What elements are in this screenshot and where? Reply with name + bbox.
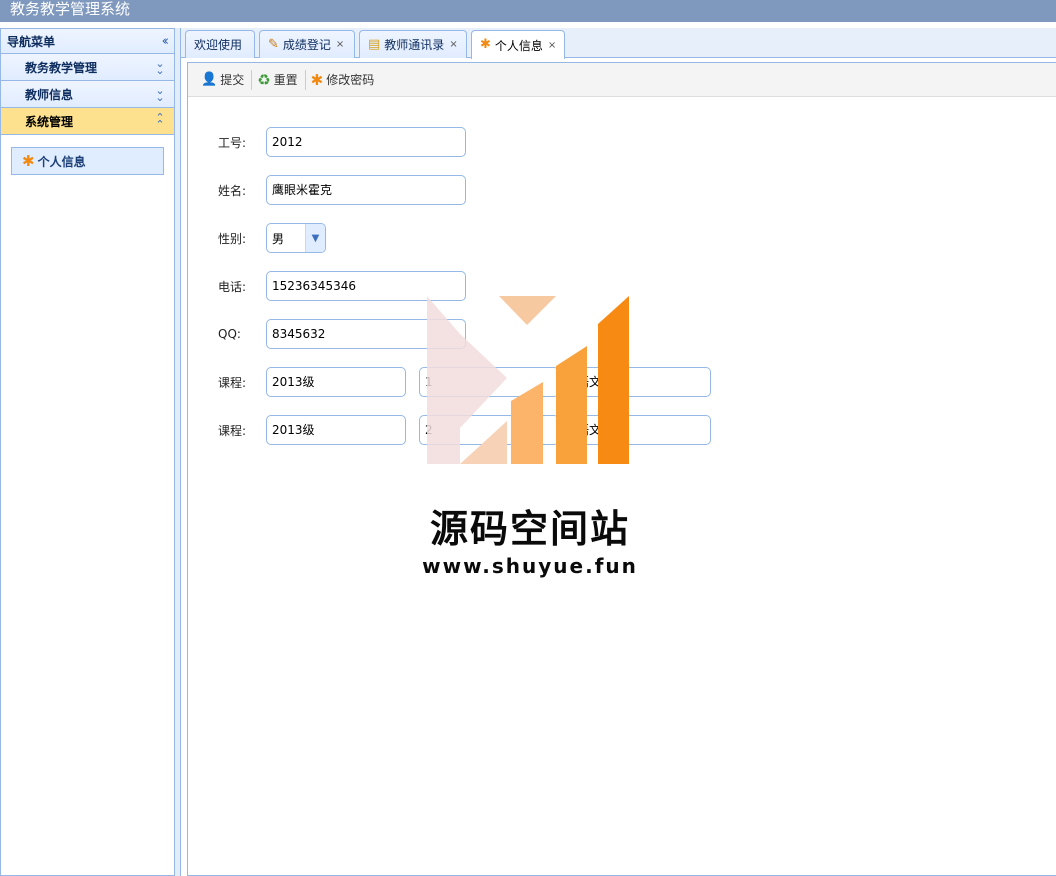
gender-select[interactable]: 男 ▼ <box>266 223 326 253</box>
menu-link-label: 个人信息 <box>37 154 86 169</box>
change-password-label: 修改密码 <box>326 73 375 87</box>
tab-label: 成绩登记 <box>282 38 331 52</box>
nav-header: 导航菜单 ‹‹ <box>1 28 174 54</box>
close-icon[interactable]: × <box>449 39 457 50</box>
reset-label: 重置 <box>273 73 298 87</box>
chevron-double-down-icon: ⌄ ⌄ <box>155 57 165 77</box>
reset-button[interactable]: ♻ 重置 <box>254 69 302 91</box>
course-label: 课程: <box>218 423 247 438</box>
qq-label: QQ: <box>218 327 241 341</box>
tab-teacher-contacts[interactable]: ▤ 教师通讯录 × <box>359 30 467 58</box>
phone-input[interactable]: 15236345346 <box>266 271 466 301</box>
nav-item-label: 教师信息 <box>25 87 74 102</box>
chevron-double-down-icon: ⌄ ⌄ <box>155 84 165 104</box>
reload-icon: ♻ <box>257 70 271 89</box>
course-label: 课程: <box>218 375 247 390</box>
chevron-double-up-icon: ⌃ ⌃ <box>155 111 165 131</box>
toolbar-separator <box>251 69 253 90</box>
star-icon: ✱ <box>22 152 35 170</box>
nav-item-system[interactable]: 系统管理 ⌃ ⌃ <box>1 108 174 135</box>
change-password-button[interactable]: ✱ 修改密码 <box>308 69 380 91</box>
nav-item-label: 系统管理 <box>25 114 74 129</box>
tab-personal-info[interactable]: ✱ 个人信息 × <box>471 30 565 59</box>
toolbar: 👤 提交 ♻ 重置 ✱ 修改密码 <box>188 63 1056 97</box>
course-grade-input[interactable]: 2013级 <box>266 367 406 397</box>
app-title: 教务教学管理系统 <box>0 0 1056 22</box>
course-subject-input[interactable]: 语文 <box>571 367 711 397</box>
tab-label: 个人信息 <box>494 38 543 53</box>
toolbar-separator <box>304 69 306 90</box>
book-icon: ▤ <box>368 37 381 52</box>
main-panel: 欢迎使用 ✎ 成绩登记 × ▤ 教师通讯录 × ✱ 个人信息 × 👤 提交 ♻ <box>181 28 1056 876</box>
tab-strip: 欢迎使用 ✎ 成绩登记 × ▤ 教师通讯录 × ✱ 个人信息 × <box>181 28 1056 59</box>
chevron-down-icon[interactable]: ▼ <box>305 224 325 252</box>
close-icon[interactable]: × <box>548 40 556 51</box>
nav-panel: 导航菜单 ‹‹ 教务教学管理 ⌄ ⌄ 教师信息 ⌄ ⌄ 系统管理 ⌃ ⌃ ✱ 个人信息 <box>0 28 175 876</box>
tab-welcome[interactable]: 欢迎使用 <box>185 30 255 58</box>
course-class-input[interactable]: 1 <box>419 367 559 397</box>
tab-grade-entry[interactable]: ✎ 成绩登记 × <box>259 30 355 58</box>
course-grade-input[interactable]: 2013级 <box>266 415 406 445</box>
star-icon: ✱ <box>480 37 491 52</box>
id-input[interactable]: 2012 <box>266 127 466 157</box>
tab-label: 教师通讯录 <box>384 38 445 52</box>
star-icon: ✱ <box>310 70 324 89</box>
tab-content: 👤 提交 ♻ 重置 ✱ 修改密码 工号: 2012 姓名: 鹰眼米霍克 性别: … <box>187 62 1056 876</box>
collapse-left-icon[interactable]: ‹‹ <box>162 34 170 49</box>
menu-link-personal-info[interactable]: ✱ 个人信息 <box>11 147 164 175</box>
pencil-icon: ✎ <box>268 37 279 52</box>
submit-button[interactable]: 👤 提交 <box>198 69 249 91</box>
id-label: 工号: <box>218 135 247 150</box>
nav-item-label: 教务教学管理 <box>25 60 98 75</box>
name-input[interactable]: 鹰眼米霍克 <box>266 175 466 205</box>
name-label: 姓名: <box>218 183 247 198</box>
gender-value: 男 <box>272 231 285 246</box>
submit-label: 提交 <box>220 73 245 87</box>
nav-item-teacher-info[interactable]: 教师信息 ⌄ ⌄ <box>1 81 174 108</box>
tab-label: 欢迎使用 <box>194 38 243 52</box>
nav-header-label: 导航菜单 <box>7 34 56 49</box>
nav-item-academic[interactable]: 教务教学管理 ⌄ ⌄ <box>1 54 174 81</box>
phone-label: 电话: <box>218 279 247 294</box>
gender-label: 性别: <box>218 231 247 246</box>
user-icon: 👤 <box>201 72 218 87</box>
close-icon[interactable]: × <box>336 39 344 50</box>
qq-input[interactable]: 8345632 <box>266 319 466 349</box>
course-class-input[interactable]: 2 <box>419 415 559 445</box>
course-subject-input[interactable]: 语文 <box>571 415 711 445</box>
